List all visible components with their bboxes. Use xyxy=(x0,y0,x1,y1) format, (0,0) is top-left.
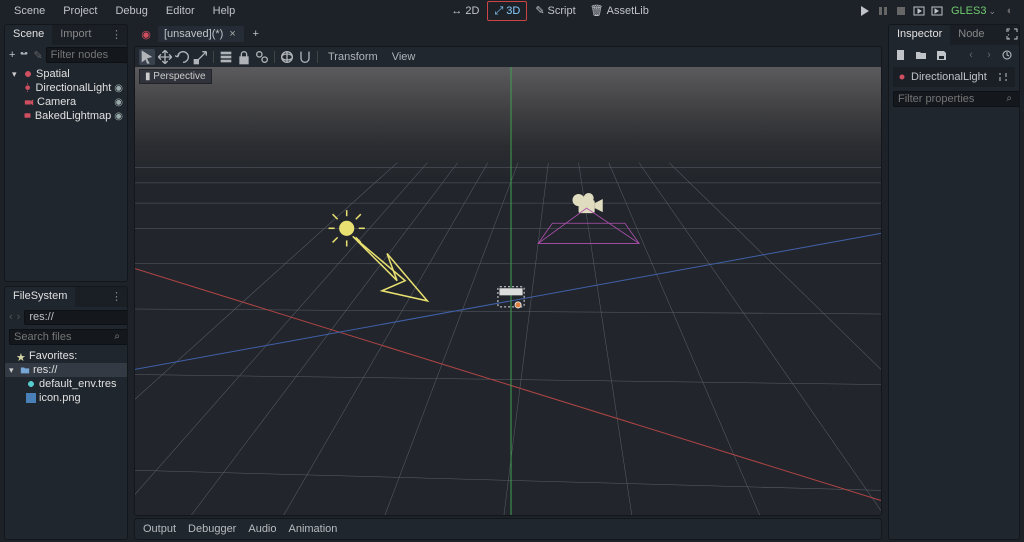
assetlib-icon: 🗑 xyxy=(590,6,604,17)
scene-dock-menu[interactable]: ⋮ xyxy=(106,25,127,45)
expander-icon[interactable]: ▾ xyxy=(12,69,20,80)
camera-frustum-gizmo xyxy=(538,208,639,243)
directional-light-icon xyxy=(897,72,907,82)
inspector-save-resource-button[interactable] xyxy=(933,47,949,63)
perspective-label[interactable]: ▮ Perspective xyxy=(139,69,212,84)
directional-light-icon xyxy=(23,83,32,93)
distraction-free-button[interactable] xyxy=(1004,26,1020,42)
inspector-load-resource-button[interactable] xyxy=(913,47,929,63)
visibility-toggle[interactable]: ◉ xyxy=(114,83,123,94)
inspector-properties-area[interactable] xyxy=(889,109,1019,539)
scene-tab[interactable]: [unsaved](*) × xyxy=(158,26,244,42)
attach-script-button[interactable]: ✎ xyxy=(33,48,42,62)
scene-node-spatial[interactable]: ▾ Spatial xyxy=(5,67,127,81)
3d-icon: ⤢ xyxy=(494,6,503,17)
inspector-history-prev[interactable]: ‹ xyxy=(963,47,979,63)
bottom-tab-animation[interactable]: Animation xyxy=(289,523,338,535)
script-icon: ✎ xyxy=(535,6,544,17)
chevron-down-icon: ⌄ xyxy=(988,6,996,16)
filesystem-tree[interactable]: ★ Favorites: ▾ res:// default_env.tres i… xyxy=(5,347,127,539)
filesystem-search-input[interactable] xyxy=(9,329,128,345)
tab-inspector[interactable]: Inspector xyxy=(889,25,950,45)
spatial-node-icon xyxy=(23,69,33,79)
pause-button[interactable] xyxy=(875,3,891,19)
fs-favorites[interactable]: ★ Favorites: xyxy=(5,349,127,363)
folder-icon xyxy=(20,365,30,375)
bottom-tab-output[interactable]: Output xyxy=(143,523,176,535)
scale-tool[interactable] xyxy=(193,49,209,65)
menu-help[interactable]: Help xyxy=(205,2,244,20)
new-scene-tab-button[interactable]: + xyxy=(248,26,264,42)
star-icon: ★ xyxy=(16,351,26,361)
inspector-new-resource-button[interactable] xyxy=(893,47,909,63)
rotate-tool[interactable] xyxy=(175,49,191,65)
tab-scene[interactable]: Scene xyxy=(5,25,52,45)
workspace-2d[interactable]: ↔2D xyxy=(445,2,485,20)
lock-tool[interactable] xyxy=(236,49,252,65)
inspector-history-next[interactable]: › xyxy=(981,47,997,63)
visibility-toggle[interactable]: ◉ xyxy=(114,97,123,108)
camera-gizmo xyxy=(573,193,603,213)
play-button[interactable] xyxy=(857,3,873,19)
fs-back-button[interactable]: ‹ xyxy=(9,309,13,325)
play-custom-scene-button[interactable] xyxy=(929,3,945,19)
spinner-icon: ◐ xyxy=(1002,3,1018,19)
tab-node[interactable]: Node xyxy=(950,25,992,45)
list-select-tool[interactable] xyxy=(218,49,234,65)
renderer-selector[interactable]: GLES3⌄ xyxy=(947,5,1000,17)
fs-file-default-env[interactable]: default_env.tres xyxy=(5,377,127,391)
menu-scene[interactable]: Scene xyxy=(6,2,53,20)
expander-icon[interactable]: ▾ xyxy=(9,365,17,376)
stop-button[interactable] xyxy=(893,3,909,19)
menu-editor[interactable]: Editor xyxy=(158,2,203,20)
play-scene-button[interactable] xyxy=(911,3,927,19)
visibility-toggle[interactable]: ◉ xyxy=(114,111,123,122)
fs-root[interactable]: ▾ res:// xyxy=(5,363,127,377)
inspector-history-menu[interactable] xyxy=(999,47,1015,63)
bottom-tab-audio[interactable]: Audio xyxy=(248,523,276,535)
3d-viewport[interactable]: ▮ Perspective xyxy=(135,67,881,515)
baked-lightmap-icon xyxy=(23,111,32,121)
workspace-script[interactable]: ✎Script xyxy=(529,2,581,20)
2d-icon: ↔ xyxy=(451,6,462,17)
tab-filesystem[interactable]: FileSystem xyxy=(5,287,75,307)
inspector-filter-input[interactable] xyxy=(893,91,1020,107)
image-resource-icon xyxy=(26,393,36,403)
inspector-object-selector[interactable]: DirectionalLight xyxy=(893,67,1015,87)
fs-file-icon-png[interactable]: icon.png xyxy=(5,391,127,405)
instance-scene-button[interactable] xyxy=(18,48,30,62)
scene-tree[interactable]: ▾ Spatial DirectionalLight ◉ Camera ◉ xyxy=(5,65,127,281)
filesystem-dock-menu[interactable]: ⋮ xyxy=(106,287,127,307)
fs-forward-button[interactable]: › xyxy=(17,309,21,325)
local-space-toggle[interactable] xyxy=(279,49,295,65)
close-tab-button[interactable]: × xyxy=(227,28,237,40)
add-node-button[interactable]: + xyxy=(9,48,15,62)
group-tool[interactable] xyxy=(254,49,270,65)
viewport-grid xyxy=(135,67,881,516)
scene-node-directional-light[interactable]: DirectionalLight ◉ xyxy=(5,81,127,95)
move-tool[interactable] xyxy=(157,49,173,65)
scene-filter-input[interactable] xyxy=(46,47,128,63)
inspector-object-tools[interactable] xyxy=(995,69,1011,85)
tab-import[interactable]: Import xyxy=(52,25,99,45)
bottom-tab-debugger[interactable]: Debugger xyxy=(188,523,236,535)
menu-project[interactable]: Project xyxy=(55,2,105,20)
workspace-assetlib[interactable]: 🗑AssetLib xyxy=(584,2,655,20)
menu-debug[interactable]: Debug xyxy=(107,2,155,20)
snap-toggle[interactable] xyxy=(297,49,313,65)
view-menu[interactable]: View xyxy=(386,51,422,63)
scene-tab-icon: ◉ xyxy=(138,26,154,42)
transform-menu[interactable]: Transform xyxy=(322,51,384,63)
directional-light-gizmo xyxy=(329,210,428,301)
camera-node-icon xyxy=(24,97,34,107)
scene-node-baked-lightmap[interactable]: BakedLightmap ◉ xyxy=(5,109,127,123)
bottom-panel-tabs: Output Debugger Audio Animation xyxy=(134,518,882,540)
filesystem-path-input[interactable] xyxy=(24,310,128,325)
select-tool[interactable] xyxy=(139,49,155,65)
workspace-3d[interactable]: ⤢3D xyxy=(487,1,527,21)
environment-resource-icon xyxy=(26,379,36,389)
scene-node-camera[interactable]: Camera ◉ xyxy=(5,95,127,109)
